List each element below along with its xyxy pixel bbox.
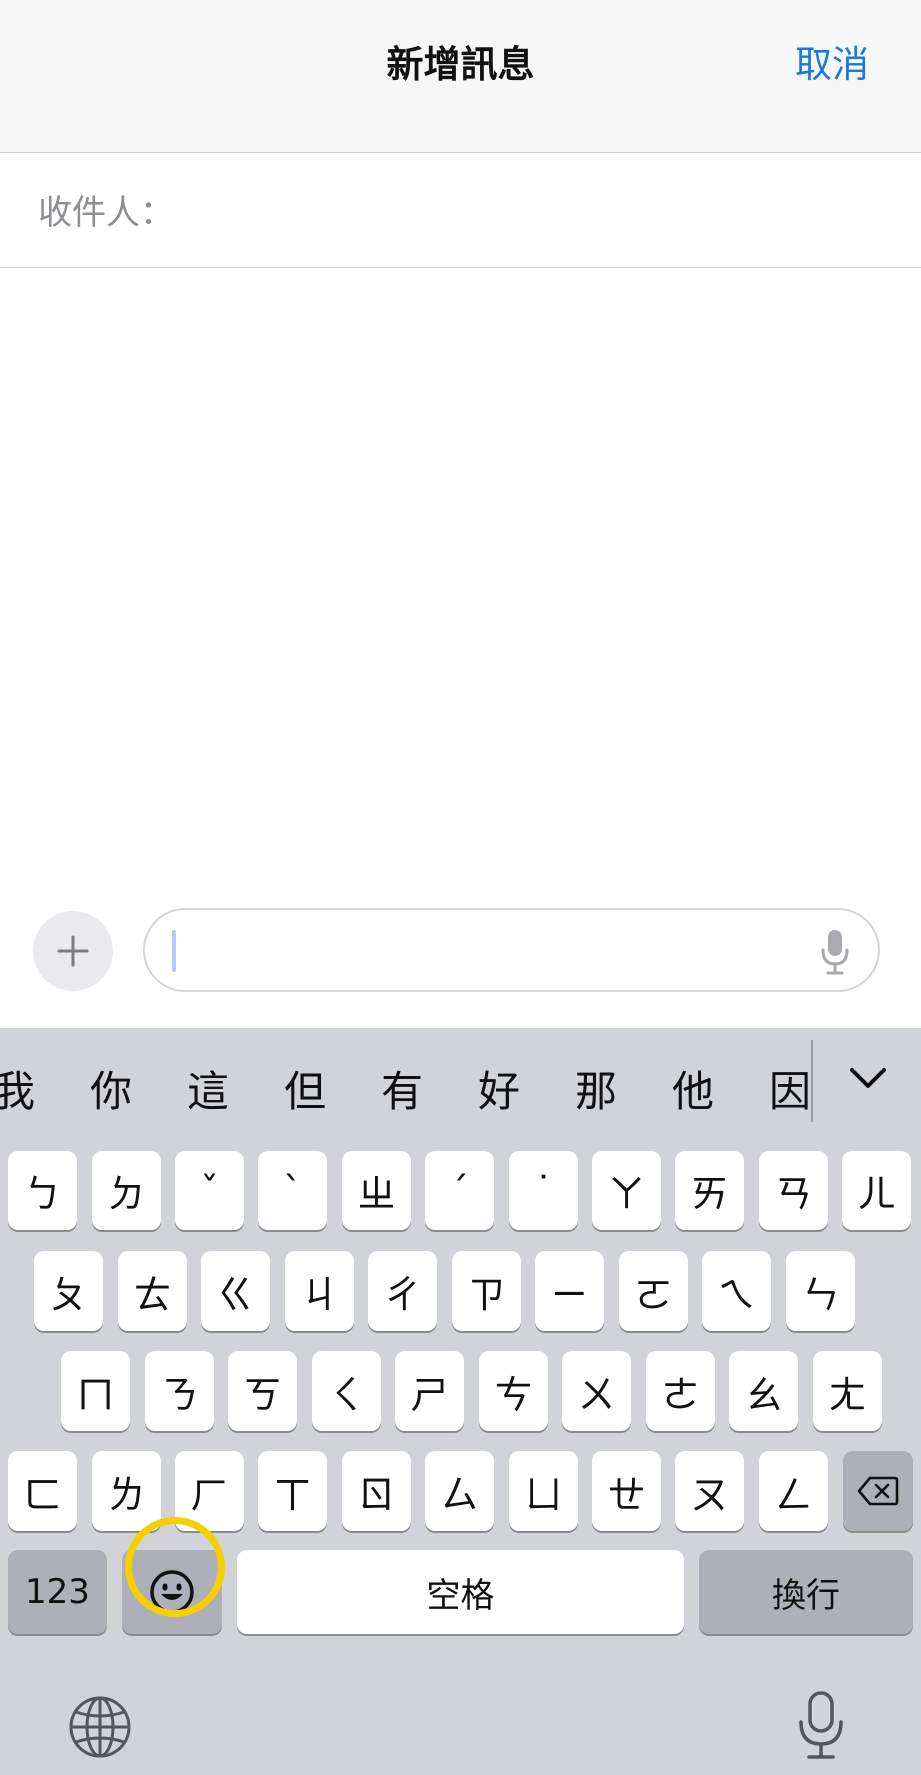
key-bopomofo[interactable]: ㄣ <box>786 1251 855 1331</box>
key-bopomofo[interactable]: ㄩ <box>509 1451 578 1531</box>
key-bopomofo[interactable]: ㄈ <box>8 1451 77 1531</box>
emoji-key[interactable] <box>122 1550 222 1634</box>
key-bopomofo[interactable]: ㄠ <box>729 1351 798 1431</box>
microphone-icon[interactable] <box>820 928 850 976</box>
space-key[interactable]: 空格 <box>237 1550 684 1634</box>
key-bopomofo[interactable]: ㄗ <box>452 1251 521 1331</box>
add-button[interactable] <box>33 911 113 991</box>
key-bopomofo[interactable]: ㄍ <box>201 1251 270 1331</box>
key-bopomofo[interactable]: ㄓ <box>342 1151 411 1230</box>
recipient-input[interactable] <box>175 173 875 243</box>
candidate-word[interactable]: 你 <box>90 1058 132 1119</box>
key-bopomofo[interactable]: ㄘ <box>479 1351 548 1431</box>
candidate-bar: 我 你 這 但 有 好 那 他 因 <box>0 1028 921 1138</box>
candidate-word[interactable]: 他 <box>672 1058 714 1119</box>
key-bopomofo[interactable]: ㄉ <box>92 1151 161 1230</box>
key-bopomofo[interactable]: ㄝ <box>592 1451 661 1531</box>
key-bopomofo[interactable]: ㄑ <box>312 1351 381 1431</box>
candidate-word[interactable]: 這 <box>187 1058 229 1119</box>
key-bopomofo[interactable]: ㄞ <box>675 1151 744 1230</box>
key-bopomofo[interactable]: ㄦ <box>842 1151 911 1230</box>
key-bopomofo[interactable]: ㄒ <box>258 1451 327 1531</box>
emoji-icon <box>150 1570 194 1614</box>
recipient-row: 收件人： <box>0 153 921 268</box>
key-bopomofo[interactable]: ㄌ <box>92 1451 161 1531</box>
delete-key[interactable] <box>843 1451 913 1531</box>
candidate-word[interactable]: 我 <box>0 1058 35 1119</box>
candidate-word[interactable]: 有 <box>381 1058 423 1119</box>
candidate-word[interactable]: 因 <box>769 1058 811 1119</box>
key-bopomofo[interactable]: ㄡ <box>675 1451 744 1531</box>
key-tone[interactable]: ˙ <box>509 1151 578 1230</box>
key-bopomofo[interactable]: ㄢ <box>759 1151 828 1230</box>
chevron-down-icon[interactable] <box>846 1058 890 1098</box>
page-title: 新增訊息 <box>386 43 535 86</box>
key-tone[interactable]: ˇ <box>175 1151 244 1230</box>
key-bopomofo[interactable]: ㄎ <box>228 1351 297 1431</box>
microphone-icon[interactable] <box>797 1690 845 1760</box>
key-bopomofo[interactable]: ㄛ <box>619 1251 688 1331</box>
key-bopomofo[interactable]: ㄇ <box>61 1351 130 1431</box>
key-bopomofo[interactable]: ㄐ <box>285 1251 354 1331</box>
numbers-key[interactable]: 123 <box>8 1550 107 1634</box>
key-bopomofo[interactable]: ㄔ <box>368 1251 437 1331</box>
key-tone[interactable]: ˋ <box>258 1151 327 1230</box>
key-bopomofo[interactable]: ㄚ <box>592 1151 661 1230</box>
key-bopomofo[interactable]: ㄕ <box>395 1351 464 1431</box>
globe-icon[interactable] <box>68 1695 132 1759</box>
key-bopomofo[interactable]: ㄙ <box>425 1451 494 1531</box>
key-bopomofo[interactable]: ㄏ <box>175 1451 244 1531</box>
key-bopomofo[interactable]: ㄨ <box>562 1351 631 1431</box>
cancel-button[interactable]: 取消 <box>795 34 869 88</box>
message-input[interactable] <box>143 908 880 992</box>
key-bopomofo[interactable]: ㄆ <box>34 1251 103 1331</box>
recipient-label: 收件人： <box>38 193 174 233</box>
navigation-bar: 新增訊息 取消 <box>0 0 921 153</box>
key-bopomofo[interactable]: ㄤ <box>813 1351 882 1431</box>
plus-icon <box>57 935 89 967</box>
key-bopomofo[interactable]: ㄅ <box>8 1151 77 1230</box>
key-bopomofo[interactable]: ㄜ <box>646 1351 715 1431</box>
candidate-divider <box>811 1040 813 1122</box>
key-bopomofo[interactable]: ㄋ <box>145 1351 214 1431</box>
key-bopomofo[interactable]: ㄖ <box>342 1451 411 1531</box>
text-cursor <box>172 930 176 972</box>
candidate-word[interactable]: 那 <box>575 1058 617 1119</box>
key-tone[interactable]: ˊ <box>425 1151 494 1230</box>
candidate-word[interactable]: 好 <box>478 1058 520 1119</box>
key-bopomofo[interactable]: ㄧ <box>535 1251 604 1331</box>
key-bopomofo[interactable]: ㄟ <box>702 1251 771 1331</box>
key-bopomofo[interactable]: ㄥ <box>759 1451 828 1531</box>
candidate-word[interactable]: 但 <box>284 1058 326 1119</box>
return-key[interactable]: 換行 <box>699 1550 913 1634</box>
key-bopomofo[interactable]: ㄊ <box>118 1251 187 1331</box>
backspace-icon <box>857 1476 899 1506</box>
